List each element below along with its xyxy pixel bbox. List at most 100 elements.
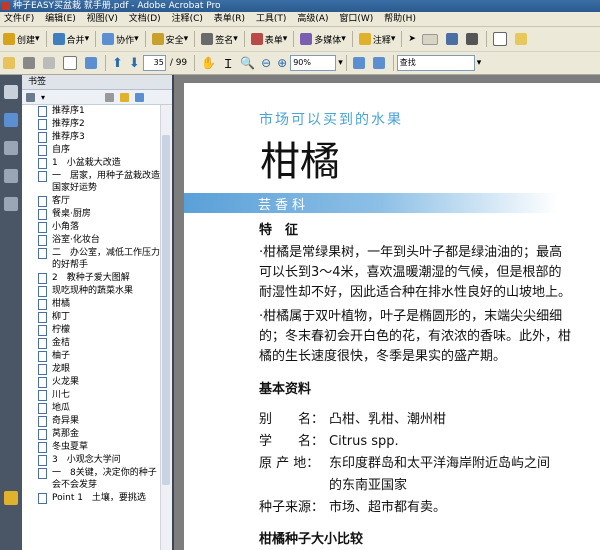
bookmark-item[interactable]: 金桔 <box>22 337 160 350</box>
save-button[interactable] <box>40 53 60 73</box>
create-icon <box>3 33 15 45</box>
signatures-icon[interactable] <box>4 169 18 183</box>
email-button[interactable] <box>60 53 82 73</box>
fit-page-button[interactable] <box>350 53 370 73</box>
fit-width-icon <box>372 57 385 69</box>
delete-icon[interactable] <box>105 92 115 102</box>
multimedia-button[interactable]: 多媒体 ▾ <box>297 29 349 49</box>
bookmark-item[interactable]: 自序 <box>22 144 160 157</box>
bookmark-item[interactable]: 柑橘 <box>22 298 160 311</box>
forms-button[interactable]: 表单 ▾ <box>248 29 291 49</box>
crop-tool[interactable] <box>443 29 463 49</box>
separator <box>243 31 245 47</box>
bookmarks-icon[interactable] <box>4 113 18 127</box>
bookmark-item[interactable]: 推荐序2 <box>22 118 160 131</box>
select-tool[interactable]: ➤ <box>405 29 419 49</box>
export-button[interactable] <box>82 53 102 73</box>
layers-icon[interactable] <box>4 141 18 155</box>
menu-help[interactable]: 帮助(H) <box>380 14 420 24</box>
seed-size-heading: 柑橘种子大小比较 <box>259 532 364 547</box>
menu-file[interactable]: 文件(F) <box>0 14 38 24</box>
bookmark-item[interactable]: 一 8关键，决定你的种子会不会发芽 <box>22 467 160 492</box>
search-input[interactable]: 查找 <box>396 55 475 71</box>
layout-icon <box>492 32 507 46</box>
model-tree-icon[interactable] <box>4 197 18 211</box>
bookmark-item[interactable]: 小角落 <box>22 221 160 234</box>
select-text-tool[interactable]: Ｉ <box>219 53 237 73</box>
collaborate-button[interactable]: 协作 ▾ <box>99 29 142 49</box>
edit-button[interactable] <box>512 29 532 49</box>
bookmark-item[interactable]: 川七 <box>22 389 160 402</box>
search-dropdown-icon[interactable]: ▾ <box>477 58 482 68</box>
bookmark-scrollbar[interactable] <box>160 105 172 550</box>
zoom-tool[interactable]: 🔍 <box>237 53 258 73</box>
chevron-down-icon[interactable]: ▾ <box>338 58 343 68</box>
print-button[interactable] <box>20 53 40 73</box>
panel-toolbar: ▾ <box>22 90 172 105</box>
prev-page-button[interactable]: ⬆ <box>109 53 126 73</box>
menu-forms[interactable]: 表单(R) <box>210 14 249 24</box>
menu-tools[interactable]: 工具(T) <box>252 14 291 24</box>
combine-button[interactable]: 合并 ▾ <box>50 29 93 49</box>
comment-button[interactable]: 注释 ▾ <box>356 29 399 49</box>
bookmark-item[interactable]: 火龙果 <box>22 376 160 389</box>
menu-bar: 文件(F) 编辑(E) 视图(V) 文档(D) 注释(C) 表单(R) 工具(T… <box>0 12 600 27</box>
bookmark-item[interactable]: 客厅 <box>22 195 160 208</box>
zoom-out-button[interactable]: ⊖ <box>258 53 274 73</box>
bookmark-item[interactable]: 浴室·化妆台 <box>22 234 160 247</box>
bookmark-item[interactable]: 龙眼 <box>22 363 160 376</box>
ok-icon <box>421 33 438 45</box>
page-number-input[interactable]: 35 <box>142 55 166 71</box>
expand-icon[interactable] <box>135 92 145 102</box>
bookmark-item[interactable]: 一 居家，用种子盆栽改造国家好运势 <box>22 170 160 195</box>
zoom-select[interactable]: 90% <box>290 55 337 71</box>
bookmark-item[interactable]: 地瓜 <box>22 402 160 415</box>
hand-tool[interactable]: ✋ <box>198 53 219 73</box>
nav-toolbar: ⬆ ⬇ 35 / 99 ✋ Ｉ 🔍 ⊖ ⊕ 90% ▾ 查找 ▾ <box>0 52 600 75</box>
bookmark-item[interactable]: 餐桌·厨房 <box>22 208 160 221</box>
separator <box>95 31 97 47</box>
feature-paragraph-2: ·柑橘属于双叶植物，叶子是椭圆形的，末端尖尖细细 的；冬末春初会开白色的花，有浓… <box>259 309 572 364</box>
bookmark-item[interactable]: 莴那金 <box>22 428 160 441</box>
zoom-in-button[interactable]: ⊕ <box>274 53 290 73</box>
bookmark-item[interactable]: 推荐序1 <box>22 105 160 118</box>
menu-comments[interactable]: 注释(C) <box>168 14 207 24</box>
options-dropdown-icon[interactable]: ▾ <box>41 93 45 102</box>
document-view[interactable]: 市场可以买到的水果 柑橘 芸香科 特 征 ·柑橘是常绿果树，一年到头叶子都是绿油… <box>174 75 600 550</box>
scrollbar-thumb[interactable] <box>162 135 170 485</box>
bookmark-item[interactable]: 柠檬 <box>22 324 160 337</box>
open-button[interactable] <box>0 53 20 73</box>
bookmark-item[interactable]: 1 小盆栽大改造 <box>22 157 160 170</box>
security-button[interactable]: 安全 ▾ <box>149 29 192 49</box>
menu-window[interactable]: 窗口(W) <box>335 14 377 24</box>
next-page-button[interactable]: ⬇ <box>126 53 143 73</box>
options-icon[interactable] <box>26 92 35 102</box>
menu-document[interactable]: 文档(D) <box>125 14 165 24</box>
bookmark-item[interactable]: 二 办公室，减低工作压力的好帮手 <box>22 247 160 272</box>
edit-icon <box>514 33 527 45</box>
snapshot-tool[interactable] <box>463 29 483 49</box>
bookmark-item[interactable]: 奇异果 <box>22 415 160 428</box>
bookmark-item[interactable]: 现吃现种的蔬菜水果 <box>22 285 160 298</box>
menu-edit[interactable]: 编辑(E) <box>41 14 80 24</box>
layout-button[interactable] <box>490 29 512 49</box>
sign-button[interactable]: 签名 ▾ <box>198 29 241 49</box>
comments-panel-icon[interactable] <box>4 491 18 505</box>
new-bookmark-icon[interactable] <box>120 92 130 102</box>
bookmark-icon <box>38 416 47 427</box>
title-bar: 种子EASY买盆栽 就手册.pdf - Adobe Acrobat Pro <box>0 0 600 12</box>
bookmark-item[interactable]: 2 教种子爱大图解 <box>22 272 160 285</box>
bookmark-icon <box>38 325 47 336</box>
fit-width-button[interactable] <box>370 53 390 73</box>
ok-button[interactable] <box>419 29 443 49</box>
bookmark-item[interactable]: 冬虫夏草 <box>22 441 160 454</box>
bookmark-item[interactable]: Point 1 土壤，要挑选 <box>22 492 160 505</box>
bookmark-item[interactable]: 3 小观念大学问 <box>22 454 160 467</box>
create-button[interactable]: 创建 ▾ <box>0 29 43 49</box>
bookmark-item[interactable]: 柳丁 <box>22 311 160 324</box>
menu-view[interactable]: 视图(V) <box>83 14 122 24</box>
bookmark-item[interactable]: 推荐序3 <box>22 131 160 144</box>
bookmark-item[interactable]: 柚子 <box>22 350 160 363</box>
menu-advanced[interactable]: 高级(A) <box>293 14 332 24</box>
pages-icon[interactable] <box>4 85 18 99</box>
